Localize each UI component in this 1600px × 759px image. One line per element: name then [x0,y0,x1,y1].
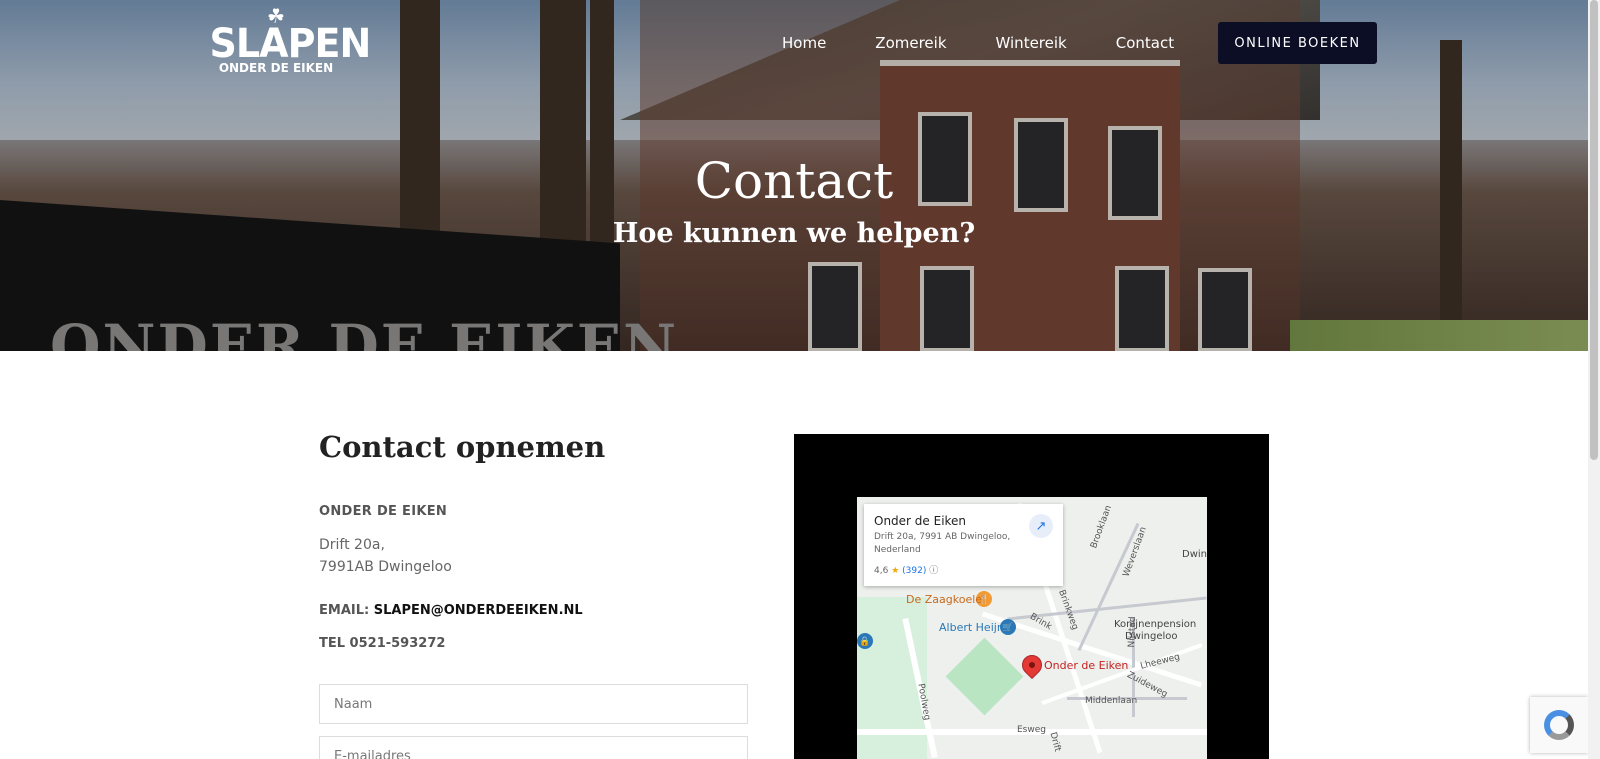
map-label-konijnenpension: Konijnenpension [1114,619,1197,630]
online-booking-button[interactable]: ONLINE BOEKEN [1218,22,1377,64]
recaptcha-badge[interactable] [1530,697,1588,753]
name-input[interactable]: Naam [319,684,748,724]
nav-link-zomereik[interactable]: Zomereik [875,22,946,64]
scrollbar-thumb[interactable] [1590,0,1598,460]
email-row: EMAIL: SLAPEN@ONDERDEEIKEN.NL [319,603,583,618]
map-info-card: Onder de Eiken Drift 20a, 7991 AB Dwinge… [864,504,1063,586]
address-line-2: 7991AB Dwingeloo [319,559,452,575]
page-title: Contact [694,152,894,210]
address-block: Drift 20a, 7991AB Dwingeloo [319,534,452,578]
nav-link-home[interactable]: Home [782,22,826,64]
rating-value: 4,6 [874,566,889,576]
map-label-albert-heijn[interactable]: Albert Heijn [939,621,1004,634]
map-park [945,637,1024,716]
page-scrollbar[interactable] [1588,0,1600,759]
map-label-zaagkoele[interactable]: De Zaagkoele [906,593,982,606]
map-label-nijstad: Nijstad [1127,616,1139,648]
map-label-esweg: Esweg [1017,725,1046,735]
contact-heading: Contact opnemen [319,430,606,464]
main-nav: Home Zomereik Wintereik Contact [782,22,1223,64]
map-card-rating: 4,6 ★ (392) ⓘ [874,563,1053,576]
address-line-1: Drift 20a, [319,537,385,553]
email-input-placeholder: E-mailadres [334,748,411,759]
phone-number[interactable]: TEL 0521-593272 [319,636,445,651]
recaptcha-icon [1544,710,1574,740]
nav-link-contact[interactable]: Contact [1116,22,1174,64]
nav-link-wintereik[interactable]: Wintereik [996,22,1067,64]
map-label-brooklaan: Brooklaan [1089,504,1114,550]
email-input[interactable]: E-mailadres ▮▮ [319,736,748,759]
info-icon[interactable]: ⓘ [929,566,938,576]
star-icon: ★ [891,566,900,576]
page-subtitle: Hoe kunnen we helpen? [612,218,976,249]
map-label-pin[interactable]: Onder de Eiken [1044,659,1128,672]
email-label: EMAIL: [319,603,370,618]
map-label-middenlaan: Middenlaan [1085,696,1138,706]
google-map[interactable]: Onder de Eiken Drift 20a, 7991 AB Dwinge… [857,497,1207,759]
map-card-address: Drift 20a, 7991 AB Dwingeloo, Nederland [874,532,1011,555]
lock-poi-icon[interactable]: 🔒 [857,633,873,649]
external-link-icon[interactable]: ↗ [1029,514,1053,538]
site-logo[interactable]: ☘ SLAPEN ONDER DE EIKEN [206,7,372,74]
map-card-name: Onder de Eiken [874,514,967,528]
map-label-dwin: Dwin [1182,549,1207,560]
company-name: ONDER DE EIKEN [319,504,448,519]
logo-word: SLAPEN [209,21,372,67]
email-link[interactable]: SLAPEN@ONDERDEEIKEN.NL [374,603,583,618]
reviews-link[interactable]: (392) [902,566,926,576]
